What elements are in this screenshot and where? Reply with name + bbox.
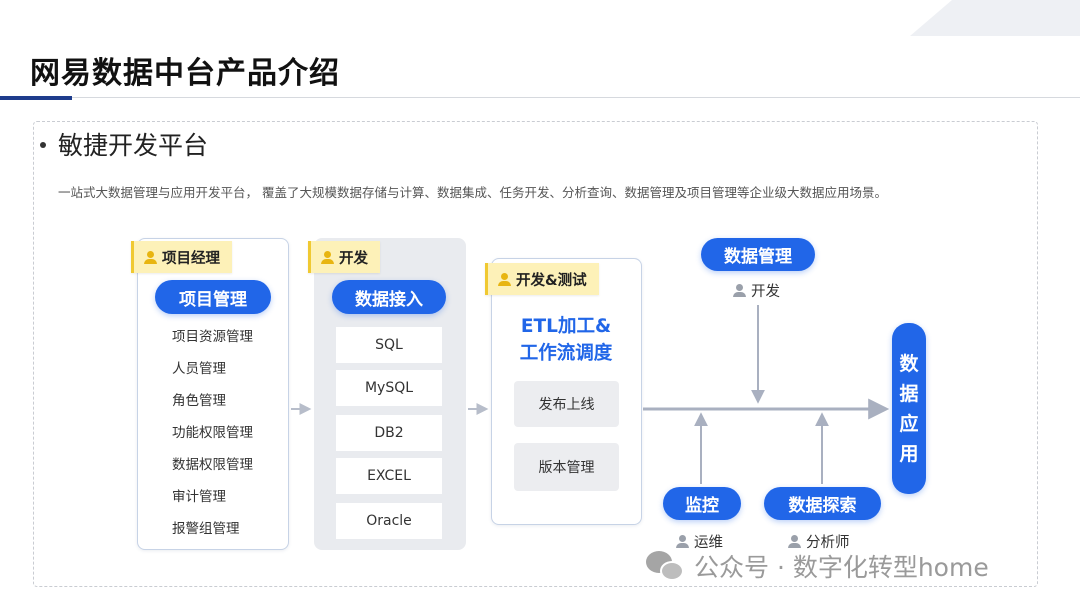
watermark-text: 公众号 · 数字化转型home bbox=[694, 553, 989, 582]
connector-arrows bbox=[291, 305, 890, 484]
slide: 网易数据中台产品介绍 敏捷开发平台 一站式大数据管理与应用开发平台， 覆盖了大规… bbox=[0, 0, 1080, 608]
wechat-icon bbox=[646, 549, 686, 583]
watermark: 公众号 · 数字化转型home bbox=[646, 548, 989, 584]
